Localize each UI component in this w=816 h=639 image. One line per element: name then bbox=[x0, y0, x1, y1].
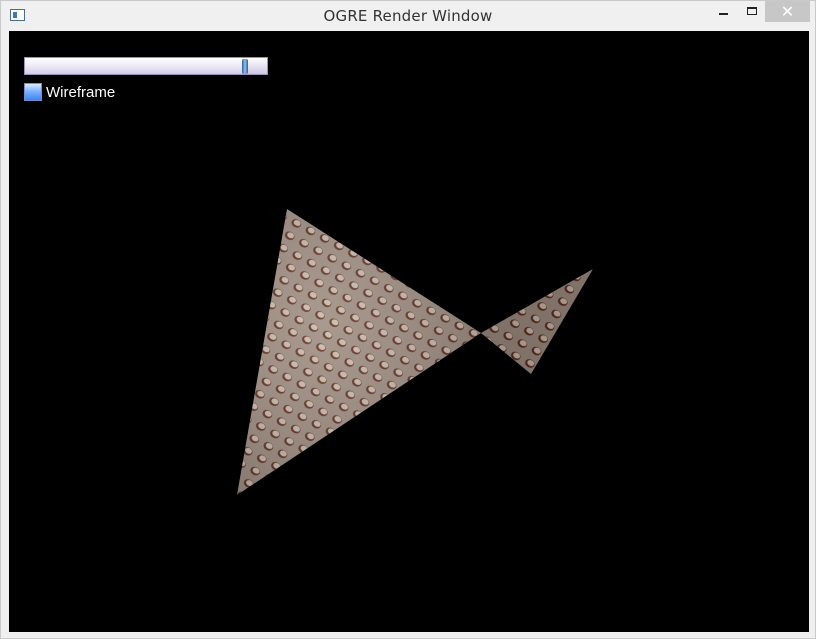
slider-thumb[interactable] bbox=[242, 59, 249, 74]
close-button[interactable]: ✕ bbox=[765, 1, 810, 22]
overlay-slider[interactable] bbox=[24, 57, 268, 75]
close-icon: ✕ bbox=[780, 2, 795, 21]
slider-track-fill bbox=[25, 58, 246, 74]
wireframe-label: Wireframe bbox=[46, 83, 116, 101]
wireframe-checkbox[interactable] bbox=[24, 83, 42, 101]
ogre-render-window: OGRE Render Window ✕ Wireframe bbox=[0, 0, 816, 639]
minimize-icon bbox=[719, 13, 728, 15]
minimize-button[interactable] bbox=[708, 1, 738, 22]
twisted-surface-mesh bbox=[237, 209, 593, 495]
window-title: OGRE Render Window bbox=[323, 7, 493, 25]
title-bar[interactable]: OGRE Render Window ✕ bbox=[1, 1, 815, 31]
maximize-button[interactable] bbox=[738, 1, 768, 22]
render-viewport[interactable]: Wireframe bbox=[9, 31, 809, 632]
maximize-icon bbox=[747, 7, 757, 15]
wireframe-option[interactable]: Wireframe bbox=[24, 82, 115, 102]
